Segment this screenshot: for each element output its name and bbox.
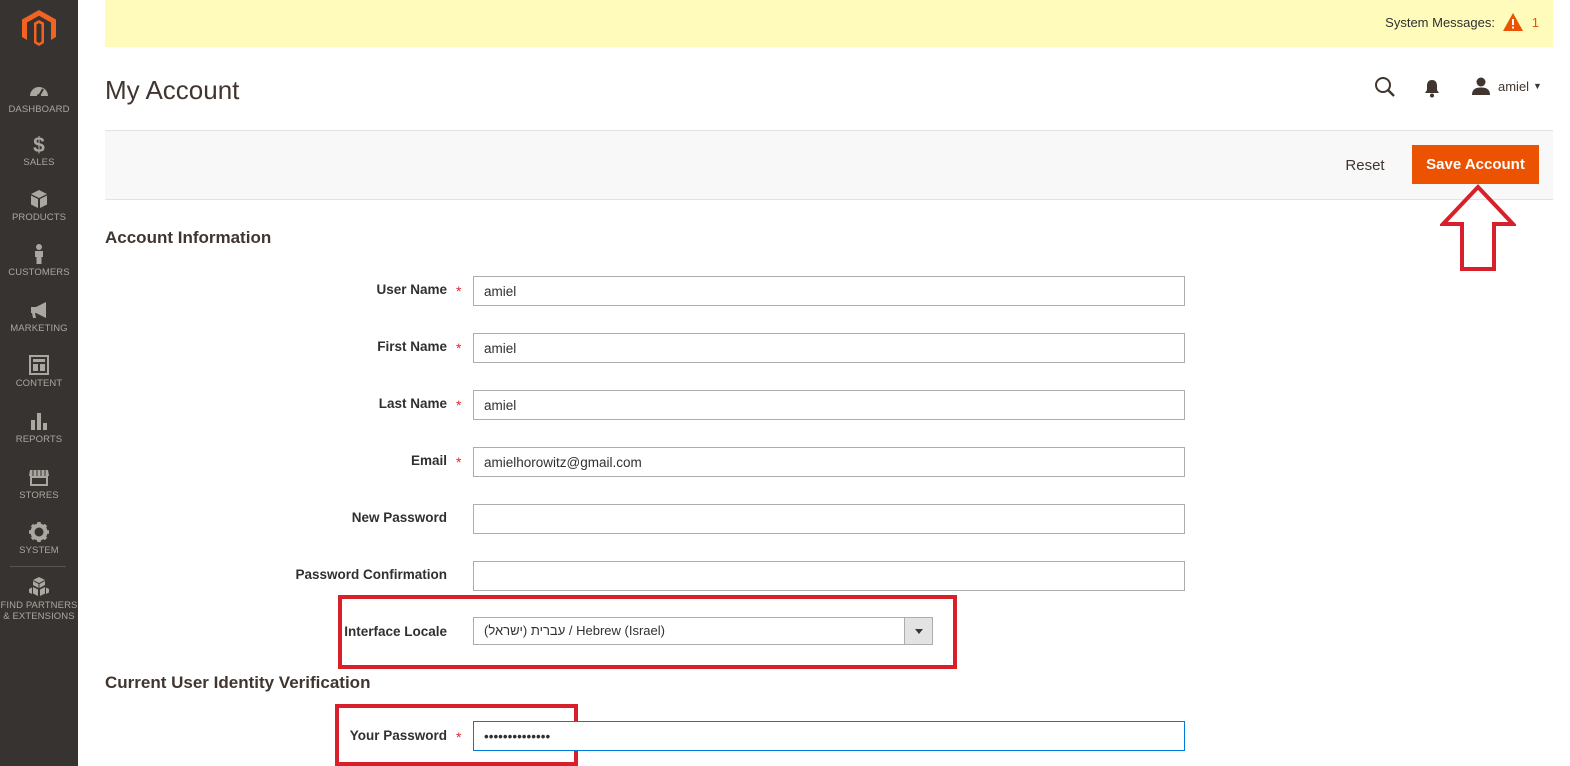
sidebar-item-label: MARKETING bbox=[10, 323, 68, 334]
sidebar-item-marketing[interactable]: MARKETING bbox=[0, 299, 78, 334]
sidebar-item-content[interactable]: CONTENT bbox=[0, 354, 78, 389]
email-input[interactable] bbox=[473, 447, 1185, 477]
sidebar-item-label: SYSTEM bbox=[19, 545, 59, 556]
user-name-label: User Name bbox=[376, 282, 447, 297]
sidebar-item-label: PRODUCTS bbox=[11, 212, 67, 223]
svg-text:$: $ bbox=[33, 134, 45, 155]
magento-logo-icon[interactable] bbox=[22, 10, 56, 46]
sidebar-item-reports[interactable]: REPORTS bbox=[0, 410, 78, 445]
first-name-label: First Name bbox=[377, 339, 447, 354]
warning-icon bbox=[1503, 13, 1523, 31]
new-password-input[interactable] bbox=[473, 504, 1185, 534]
sidebar-item-label: REPORTS bbox=[15, 434, 63, 445]
last-name-input[interactable] bbox=[473, 390, 1185, 420]
required-marker: * bbox=[456, 729, 462, 745]
last-name-label: Last Name bbox=[378, 396, 447, 411]
required-marker: * bbox=[456, 283, 462, 299]
sidebar-item-label: DASHBOARD bbox=[8, 104, 70, 115]
password-confirmation-label: Password Confirmation bbox=[295, 567, 447, 582]
required-marker: * bbox=[456, 397, 462, 413]
sidebar-item-system[interactable]: SYSTEM bbox=[0, 521, 78, 556]
bell-icon[interactable] bbox=[1423, 78, 1441, 98]
sidebar-item-label: FIND PARTNERS bbox=[0, 600, 78, 611]
sidebar-item-stores[interactable]: STORES bbox=[0, 466, 78, 501]
megaphone-icon bbox=[28, 299, 50, 321]
required-marker: * bbox=[456, 340, 462, 356]
sidebar-item-label: CUSTOMERS bbox=[8, 267, 70, 278]
user-name-input[interactable] bbox=[473, 276, 1185, 306]
sidebar-item-sales[interactable]: $ SALES bbox=[0, 133, 78, 168]
reset-button[interactable]: Reset bbox=[1330, 146, 1400, 184]
sidebar-item-label: CONTENT bbox=[15, 378, 63, 389]
search-icon[interactable] bbox=[1374, 76, 1396, 98]
your-password-label: Your Password bbox=[349, 728, 447, 743]
section-title-account-information: Account Information bbox=[105, 228, 272, 247]
chevron-down-icon[interactable] bbox=[904, 618, 932, 644]
sidebar-item-label-line2: & EXTENSIONS bbox=[3, 611, 75, 622]
dollar-icon: $ bbox=[28, 133, 50, 157]
sidebar-item-label: SALES bbox=[23, 157, 55, 168]
first-name-input[interactable] bbox=[473, 333, 1185, 363]
dashboard-icon bbox=[28, 80, 50, 102]
sidebar-item-find-partners[interactable]: FIND PARTNERS & EXTENSIONS bbox=[0, 576, 78, 622]
sidebar-item-customers[interactable]: CUSTOMERS bbox=[0, 243, 78, 278]
password-confirmation-input[interactable] bbox=[473, 561, 1185, 591]
user-icon[interactable] bbox=[1472, 77, 1490, 95]
chevron-down-icon[interactable]: ▼ bbox=[1533, 81, 1542, 91]
layout-icon bbox=[28, 354, 50, 376]
person-icon bbox=[28, 243, 50, 265]
storefront-icon bbox=[28, 466, 50, 488]
save-account-button[interactable]: Save Account bbox=[1412, 145, 1539, 184]
annotation-arrow-up-icon bbox=[1440, 184, 1516, 271]
interface-locale-label: Interface Locale bbox=[344, 624, 447, 639]
sidebar-divider bbox=[10, 566, 66, 567]
interface-locale-value: עברית (ישראל) / Hebrew (Israel) bbox=[484, 623, 665, 638]
account-username[interactable]: amiel bbox=[1498, 79, 1529, 94]
sidebar-item-products[interactable]: PRODUCTS bbox=[0, 188, 78, 223]
system-messages-label: System Messages: bbox=[1385, 15, 1495, 30]
admin-sidebar: DASHBOARD $ SALES PRODUCTS CUSTOMERS MAR… bbox=[0, 0, 78, 766]
gear-icon bbox=[28, 521, 50, 543]
boxes-icon bbox=[28, 576, 50, 598]
new-password-label: New Password bbox=[351, 510, 447, 525]
cube-icon bbox=[28, 188, 50, 210]
system-messages-count[interactable]: 1 bbox=[1532, 15, 1539, 30]
bar-chart-icon bbox=[28, 410, 50, 432]
interface-locale-select[interactable]: עברית (ישראל) / Hebrew (Israel) bbox=[473, 617, 933, 645]
your-password-input[interactable] bbox=[473, 721, 1185, 751]
sidebar-item-dashboard[interactable]: DASHBOARD bbox=[0, 80, 78, 115]
required-marker: * bbox=[456, 454, 462, 470]
page-title: My Account bbox=[105, 75, 240, 105]
email-label: Email bbox=[410, 453, 447, 468]
section-title-identity-verification: Current User Identity Verification bbox=[105, 673, 371, 692]
sidebar-item-label: STORES bbox=[19, 490, 59, 501]
system-messages-bar[interactable]: System Messages: 1 bbox=[105, 0, 1553, 47]
